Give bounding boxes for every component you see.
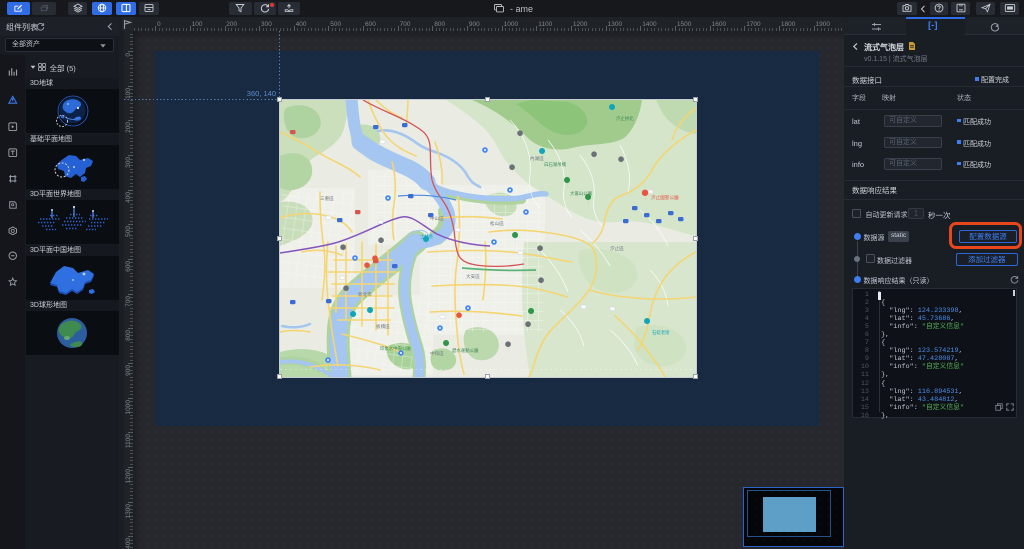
svg-text:內湖區: 內湖區 — [530, 155, 544, 162]
svg-text:白石湖吊橋: 白石湖吊橋 — [544, 161, 567, 168]
svg-text:中山區: 中山區 — [430, 215, 444, 222]
svg-text:士林區: 士林區 — [420, 233, 434, 240]
svg-text:汐止國聖公園: 汐止國聖公園 — [651, 194, 679, 201]
svg-text:大崙山公園: 大崙山公園 — [570, 190, 593, 197]
svg-text:汐止區: 汐止區 — [610, 245, 624, 252]
svg-text:汐止拱北: 汐止拱北 — [616, 115, 634, 122]
svg-text:碧水運動公園: 碧水運動公園 — [452, 347, 479, 354]
svg-text:大安區: 大安區 — [466, 273, 480, 280]
svg-text:板橋區: 板橋區 — [376, 323, 390, 330]
svg-text:三重區: 三重區 — [320, 195, 334, 201]
svg-text:松山區: 松山區 — [490, 220, 504, 227]
svg-text:印象水中央公園: 印象水中央公園 — [380, 345, 411, 352]
svg-text:新北市: 新北市 — [358, 291, 372, 298]
svg-text:石碇老街: 石碇老街 — [652, 329, 670, 336]
svg-text:中和區: 中和區 — [430, 350, 444, 357]
